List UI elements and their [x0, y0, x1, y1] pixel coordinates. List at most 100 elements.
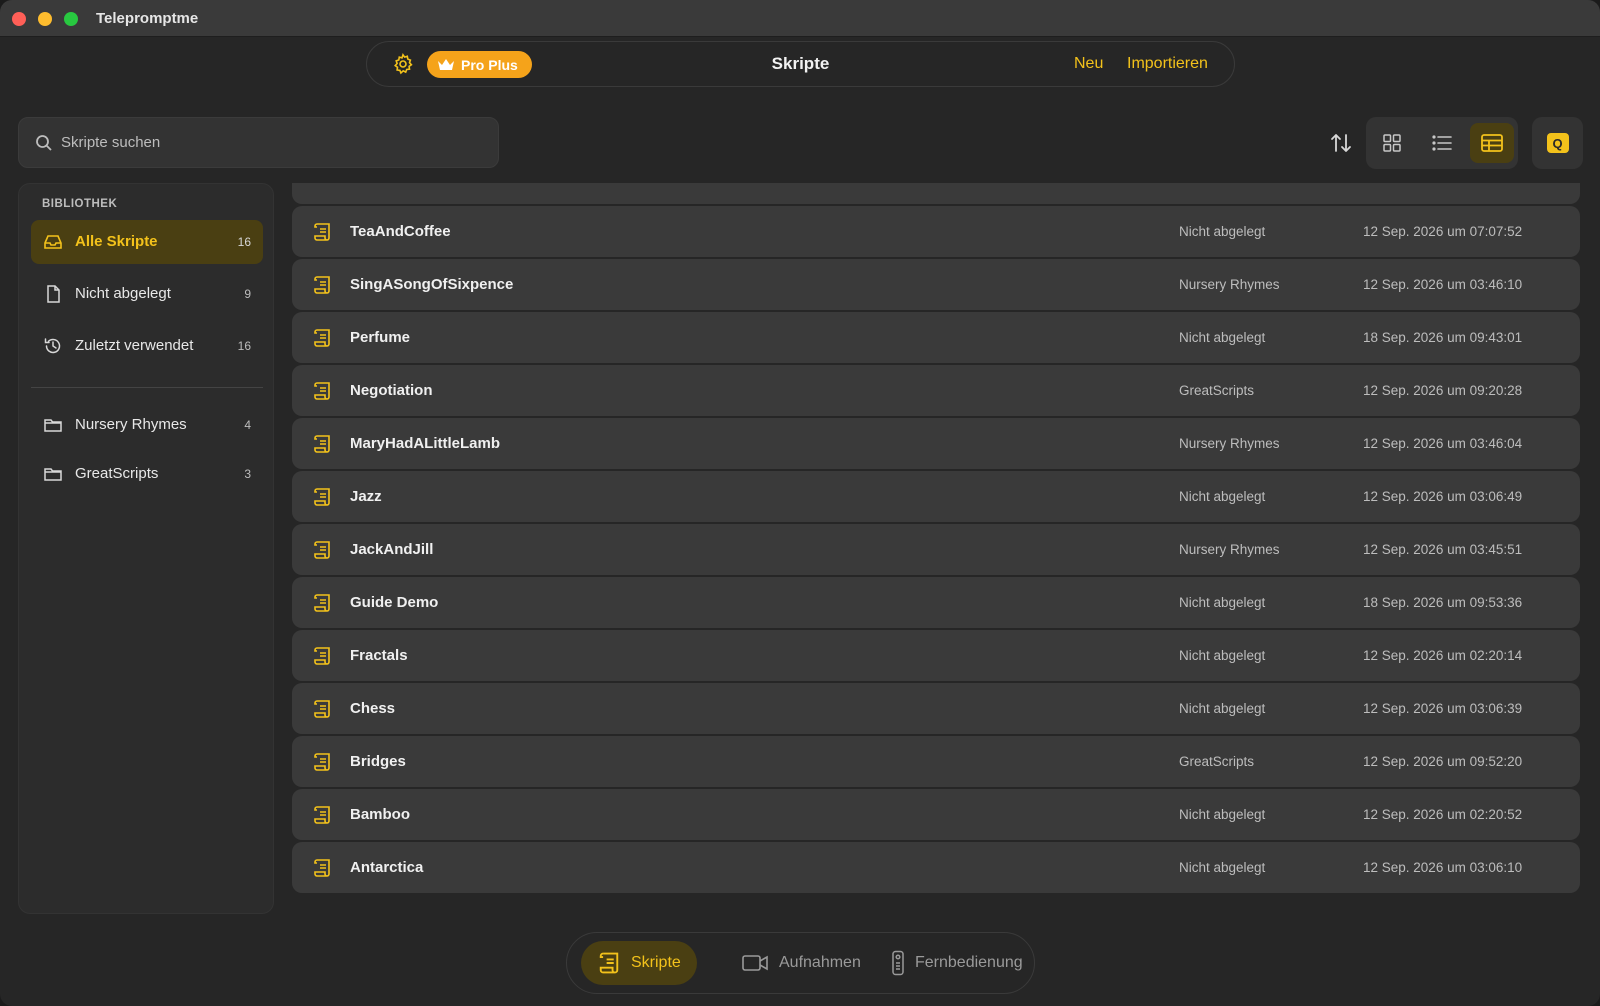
script-date: 12 Sep. 2026 um 09:52:20 [1363, 754, 1523, 769]
sidebar-item-all-scripts[interactable]: Alle Skripte 16 [31, 220, 263, 264]
close-window-button[interactable] [12, 12, 26, 26]
quick-action-button[interactable]: Q [1532, 117, 1583, 169]
table-view-button[interactable] [1470, 123, 1514, 163]
pro-plus-badge[interactable]: Pro Plus [427, 51, 532, 78]
script-folder: Nursery Rhymes [1179, 436, 1280, 451]
script-icon [314, 700, 330, 718]
script-name: Bamboo [350, 806, 410, 823]
tab-remote[interactable]: Fernbedienung [875, 941, 1039, 985]
script-name: Chess [350, 700, 396, 717]
script-folder: Nicht abgelegt [1179, 595, 1266, 610]
script-date: 12 Sep. 2026 um 03:46:04 [1363, 436, 1523, 451]
script-date: 18 Sep. 2026 um 09:43:01 [1363, 330, 1523, 345]
sidebar-item-count: 9 [244, 287, 251, 301]
table-row[interactable]: MaryHadALittleLamb Nursery Rhymes 12 Sep… [292, 418, 1580, 469]
script-folder: Nursery Rhymes [1179, 277, 1280, 292]
search-input[interactable] [61, 118, 481, 167]
script-date: 12 Sep. 2026 um 03:46:10 [1363, 277, 1523, 292]
list-icon [1432, 135, 1452, 151]
script-name: MaryHadALittleLamb [350, 435, 501, 452]
video-camera-icon [742, 955, 768, 971]
sidebar-item-count: 16 [237, 339, 251, 353]
table-row[interactable]: SingASongOfSixpence Nursery Rhymes 12 Se… [292, 259, 1580, 310]
import-button[interactable]: Importieren [1127, 55, 1208, 73]
script-icon [314, 647, 330, 665]
app-title: Telepromptme [96, 10, 199, 27]
clock-history-icon [44, 338, 61, 354]
script-name: Guide Demo [350, 594, 439, 611]
script-date: 12 Sep. 2026 um 03:06:49 [1363, 489, 1523, 504]
table-row[interactable]: Negotiation GreatScripts 12 Sep. 2026 um… [292, 365, 1580, 416]
bottom-tab-bar: Skripte Aufnahmen Fernbedienung [566, 932, 1035, 994]
script-folder: GreatScripts [1179, 754, 1255, 769]
script-folder: GreatScripts [1179, 383, 1255, 398]
sidebar-item-label: Zuletzt verwendet [75, 337, 194, 354]
script-date: 12 Sep. 2026 um 07:07:52 [1363, 224, 1523, 239]
grid-icon [1383, 134, 1401, 152]
app-window: Telepromptme Pro Plus Skripte Neu Import… [0, 0, 1600, 1006]
table-row[interactable]: Guide Demo Nicht abgelegt 18 Sep. 2026 u… [292, 577, 1580, 628]
script-icon [314, 594, 330, 612]
settings-button[interactable] [391, 52, 415, 76]
script-name: Bridges [350, 753, 406, 770]
script-table: TeaAndCoffee Nicht abgelegt 12 Sep. 2026… [292, 183, 1582, 903]
script-name: Negotiation [350, 382, 433, 399]
script-date: 12 Sep. 2026 um 03:06:39 [1363, 701, 1523, 716]
top-toolbar: Pro Plus Skripte Neu Importieren [366, 41, 1235, 87]
table-row[interactable]: Antarctica Nicht abgelegt 12 Sep. 2026 u… [292, 842, 1580, 893]
sidebar-item-unfiled[interactable]: Nicht abgelegt 9 [31, 272, 263, 316]
sidebar-header: BIBLIOTHEK [42, 198, 118, 210]
table-row[interactable]: Fractals Nicht abgelegt 12 Sep. 2026 um … [292, 630, 1580, 681]
script-folder: Nicht abgelegt [1179, 807, 1266, 822]
minimize-window-button[interactable] [38, 12, 52, 26]
folder-icon [44, 419, 62, 432]
sidebar-item-count: 16 [237, 235, 251, 249]
zoom-window-button[interactable] [64, 12, 78, 26]
script-icon [314, 435, 330, 453]
table-row-partial[interactable] [292, 183, 1580, 204]
tray-icon [44, 235, 62, 249]
script-name: TeaAndCoffee [350, 223, 451, 240]
tab-scripts[interactable]: Skripte [581, 941, 697, 985]
title-bar: Telepromptme [0, 0, 1600, 37]
script-icon [314, 488, 330, 506]
sidebar-item-label: Alle Skripte [75, 233, 158, 250]
script-date: 18 Sep. 2026 um 09:53:36 [1363, 595, 1523, 610]
sort-arrows-icon [1331, 134, 1351, 152]
sidebar-folder-label: GreatScripts [75, 465, 159, 482]
sidebar-folder-nursery-rhymes[interactable]: Nursery Rhymes 4 [31, 403, 263, 447]
sidebar-folder-count: 3 [244, 467, 251, 481]
sidebar-folder-count: 4 [244, 418, 251, 432]
table-row[interactable]: Chess Nicht abgelegt 12 Sep. 2026 um 03:… [292, 683, 1580, 734]
table-row[interactable]: Bamboo Nicht abgelegt 12 Sep. 2026 um 02… [292, 789, 1580, 840]
search-icon [36, 135, 52, 151]
script-folder: Nursery Rhymes [1179, 542, 1280, 557]
table-row[interactable]: JackAndJill Nursery Rhymes 12 Sep. 2026 … [292, 524, 1580, 575]
tab-recordings[interactable]: Aufnahmen [725, 941, 877, 985]
remote-icon [892, 950, 904, 976]
script-name: SingASongOfSixpence [350, 276, 514, 293]
sidebar-item-recent[interactable]: Zuletzt verwendet 16 [31, 324, 263, 368]
table-row[interactable]: TeaAndCoffee Nicht abgelegt 12 Sep. 2026… [292, 206, 1580, 257]
script-folder: Nicht abgelegt [1179, 489, 1266, 504]
script-icon [314, 806, 330, 824]
table-row[interactable]: Jazz Nicht abgelegt 12 Sep. 2026 um 03:0… [292, 471, 1580, 522]
sidebar-folder-label: Nursery Rhymes [75, 416, 187, 433]
script-date: 12 Sep. 2026 um 02:20:52 [1363, 807, 1523, 822]
gear-icon [393, 53, 413, 75]
list-view-button[interactable] [1420, 123, 1464, 163]
table-row[interactable]: Perfume Nicht abgelegt 18 Sep. 2026 um 0… [292, 312, 1580, 363]
script-icon [314, 382, 330, 400]
script-date: 12 Sep. 2026 um 03:45:51 [1363, 542, 1523, 557]
grid-view-button[interactable] [1370, 123, 1414, 163]
sort-button[interactable] [1328, 130, 1354, 156]
sidebar-folder-greatscripts[interactable]: GreatScripts 3 [31, 452, 263, 496]
q-icon: Q [1546, 133, 1569, 153]
sidebar-divider [31, 387, 263, 388]
table-icon [1481, 134, 1503, 152]
new-script-button[interactable]: Neu [1074, 55, 1103, 73]
folder-icon [44, 468, 62, 481]
script-icon [314, 541, 330, 559]
table-row[interactable]: Bridges GreatScripts 12 Sep. 2026 um 09:… [292, 736, 1580, 787]
script-date: 12 Sep. 2026 um 02:20:14 [1363, 648, 1523, 663]
